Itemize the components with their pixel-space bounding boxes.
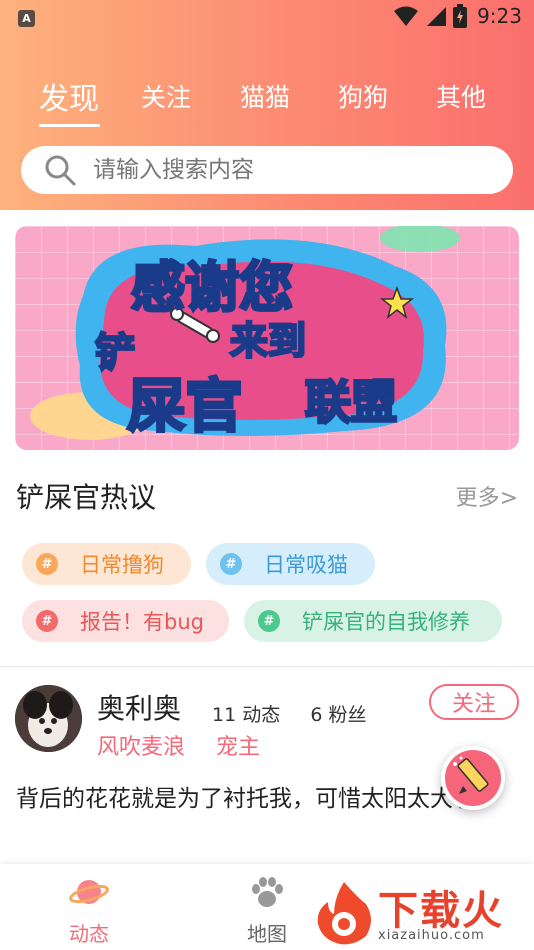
pencil-icon — [445, 750, 501, 806]
post-author-tag: 风吹麦浪 — [97, 735, 186, 760]
watermark-url: xiazaihuo.com — [378, 928, 485, 943]
paw-icon — [252, 877, 283, 907]
banner[interactable]: 感谢您 铲 来到 屎官 联盟 — [15, 226, 519, 450]
tab-follow[interactable]: 关注 — [141, 78, 191, 114]
status-time: 9:23 — [477, 4, 522, 28]
flame-logo-icon — [317, 882, 371, 945]
hot-topics-title: 铲屎官热议 — [16, 481, 157, 514]
header: A 9:23 发现 关注 猫猫 狗狗 其他 — [0, 0, 534, 210]
banner-line2b: 来到 — [230, 319, 306, 363]
tab-discover[interactable]: 发现 — [39, 74, 99, 118]
status-bar: A 9:23 — [0, 0, 534, 36]
status-icons: 9:23 — [393, 4, 522, 28]
hashtag-icon: # — [220, 553, 242, 575]
nav-label: 动态 — [69, 922, 109, 946]
nav-item-feed[interactable]: 动态 — [44, 874, 134, 947]
nav-item-map[interactable]: 地图 — [222, 874, 312, 947]
compose-button[interactable] — [441, 746, 505, 810]
tab-dogs[interactable]: 狗狗 — [338, 78, 388, 114]
banner-line3a: 屎官 — [127, 372, 243, 440]
planet-icon — [69, 880, 109, 904]
hot-topics-more-link[interactable]: 更多> — [456, 480, 518, 512]
topic-tag-cats[interactable]: # 日常吸猫 — [206, 543, 375, 585]
post-author-role: 宠主 — [216, 735, 261, 760]
topic-tag-self-improvement[interactable]: # 铲屎官的自我修养 — [244, 600, 502, 642]
banner-line3b: 联盟 — [305, 375, 397, 429]
banner-line2a: 铲 — [95, 330, 135, 376]
watermark: 下载火 xiazaihuo.com — [312, 874, 534, 950]
hashtag-icon: # — [36, 610, 58, 632]
posts-count: 11 动态 — [212, 704, 281, 726]
avatar[interactable] — [15, 685, 82, 752]
topic-tag-label: 铲屎官的自我修养 — [302, 610, 470, 634]
topic-tag-label: 日常吸猫 — [264, 553, 348, 577]
signal-icon — [427, 7, 447, 26]
topic-tag-bug[interactable]: # 报告！有bug — [22, 600, 229, 642]
banner-art: 感谢您 铲 来到 屎官 联盟 — [30, 226, 460, 442]
banner-line1: 感谢您 — [131, 256, 293, 319]
search-input[interactable] — [93, 157, 473, 183]
category-tabs: 发现 关注 猫猫 狗狗 其他 — [0, 72, 534, 132]
dog-avatar-image — [15, 685, 82, 752]
tab-other[interactable]: 其他 — [436, 78, 486, 114]
active-tab-indicator — [39, 124, 100, 127]
battery-icon — [453, 4, 468, 28]
search-bar[interactable] — [21, 146, 513, 194]
tab-cats[interactable]: 猫猫 — [240, 78, 290, 114]
app-notification-icon: A — [18, 10, 35, 27]
wifi-icon — [394, 6, 419, 26]
post-text: 背后的花花就是为了衬托我，可惜太阳太大了 — [16, 786, 476, 812]
search-icon — [45, 155, 76, 186]
fans-count: 6 粉丝 — [310, 704, 367, 726]
hashtag-icon: # — [36, 553, 58, 575]
topic-tag-label: 报告！有bug — [80, 610, 204, 634]
post-author-stats: 11 动态 6 粉丝 — [212, 700, 366, 727]
topic-tag-label: 日常撸狗 — [80, 553, 164, 577]
follow-button[interactable]: 关注 — [429, 684, 519, 720]
nav-label: 地图 — [247, 922, 287, 946]
section-divider — [0, 666, 534, 667]
topic-tag-dogs[interactable]: # 日常撸狗 — [22, 543, 191, 585]
post-author-name[interactable]: 奥利奥 — [97, 687, 181, 727]
hashtag-icon: # — [258, 610, 280, 632]
